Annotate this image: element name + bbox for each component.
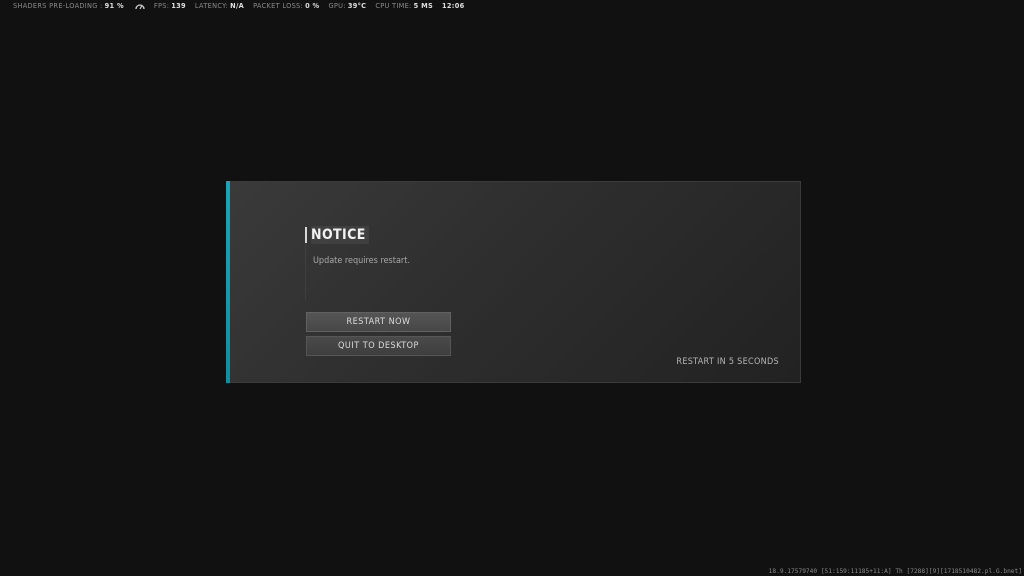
clock-value: 12:06 <box>442 1 465 10</box>
dialog-title: NOTICE <box>311 226 369 244</box>
dialog-message: Update requires restart. <box>313 256 410 266</box>
speedometer-icon <box>135 2 145 10</box>
cpu-time-label: CPU TIME: <box>375 1 412 10</box>
gpu-label: GPU: <box>328 1 346 10</box>
restart-countdown: RESTART IN 5 SECONDS <box>676 357 779 367</box>
packet-loss-label: PACKET LOSS: <box>253 1 304 10</box>
cpu-time-stat: CPU TIME: 5 MS <box>375 2 433 10</box>
notice-dialog: NOTICE Update requires restart. RESTART … <box>226 181 801 383</box>
clock-stat: 12:06 <box>442 2 465 10</box>
dialog-accent-bar <box>226 181 230 383</box>
cpu-time-value: 5 MS <box>413 1 433 10</box>
quit-to-desktop-button[interactable]: QUIT TO DESKTOP <box>306 336 451 356</box>
fps-label: FPS: <box>153 1 170 10</box>
shaders-value: 91 % <box>104 1 124 10</box>
fps-stat: FPS: 139 <box>154 2 186 10</box>
packet-loss-value: 0 % <box>305 1 320 10</box>
build-info: 18.9.17579740 [51:159:11185+11:A] Th [72… <box>768 568 1022 575</box>
latency-stat: LATENCY: N/A <box>195 2 244 10</box>
gpu-value: 39°C <box>347 1 367 10</box>
latency-label: LATENCY: <box>194 1 229 10</box>
fps-value: 139 <box>171 1 186 10</box>
title-marker <box>305 227 307 243</box>
dialog-left-rule <box>305 244 306 300</box>
dialog-title-wrap: NOTICE <box>305 226 369 244</box>
shaders-stat: SHADERS PRE-LOADING : 91 % <box>13 2 124 10</box>
restart-now-button[interactable]: RESTART NOW <box>306 312 451 332</box>
latency-value: N/A <box>230 1 245 10</box>
packet-loss-stat: PACKET LOSS: 0 % <box>253 2 319 10</box>
telemetry-bar: SHADERS PRE-LOADING : 91 % FPS: 139 LATE… <box>13 0 474 11</box>
game-screen: SHADERS PRE-LOADING : 91 % FPS: 139 LATE… <box>0 0 1024 576</box>
gpu-stat: GPU: 39°C <box>328 2 366 10</box>
shaders-label: SHADERS PRE-LOADING : <box>13 1 103 10</box>
